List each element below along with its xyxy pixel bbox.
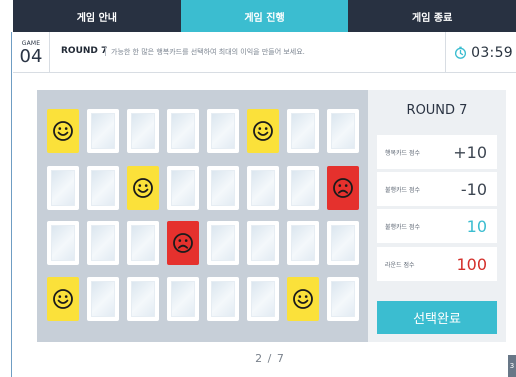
card-happy[interactable] (47, 109, 79, 153)
card-facedown[interactable] (327, 277, 359, 321)
score-label: 불행카드 점수 (385, 223, 421, 231)
round-header: GAME 04 ROUND 7 가능한 한 많은 행복카드를 선택하여 최대의 … (13, 32, 516, 73)
panel-round-title: ROUND 7 (406, 103, 468, 118)
game-screen: 게임 안내 게임 진행 게임 종료 GAME 04 ROUND 7 가능한 한 … (0, 0, 516, 377)
card-facedown[interactable] (87, 109, 119, 153)
page-indicator: 2 / 7 (255, 352, 285, 365)
smiley-icon (53, 289, 73, 309)
tab-game-guide[interactable]: 게임 안내 (13, 0, 181, 32)
score-row-happy: 행복카드 점수 +10 (377, 135, 497, 169)
card-facedown[interactable] (167, 277, 199, 321)
game-number: 04 (19, 46, 43, 67)
tab-game-progress[interactable]: 게임 진행 (180, 0, 349, 32)
round-instruction: 가능한 한 많은 행복카드를 선택하여 최대의 이익을 만들어 보세요. (105, 47, 305, 56)
timer: 03:59 (445, 32, 516, 73)
card-facedown[interactable] (87, 166, 119, 210)
card-happy[interactable] (287, 277, 319, 321)
smiley-icon (133, 178, 153, 198)
score-label: 불행카드 점수 (385, 186, 421, 194)
card-facedown[interactable] (167, 166, 199, 210)
tab-bar: 게임 안내 게임 진행 게임 종료 (13, 0, 516, 32)
score-row-unhappy-count: 불행카드 점수 10 (377, 209, 497, 243)
stopwatch-icon (455, 46, 467, 59)
score-label: 라운드 점수 (385, 261, 415, 269)
score-value: +10 (453, 142, 487, 162)
game-number-box: GAME 04 (13, 32, 50, 73)
frown-icon (333, 178, 353, 198)
card-unhappy[interactable] (167, 221, 199, 265)
card-facedown[interactable] (247, 277, 279, 321)
card-facedown[interactable] (207, 166, 239, 210)
corner-button[interactable]: 3 (508, 355, 516, 377)
score-row-unhappy: 불행카드 점수 -10 (377, 172, 497, 206)
card-happy[interactable] (127, 166, 159, 210)
card-facedown[interactable] (327, 221, 359, 265)
card-facedown[interactable] (207, 221, 239, 265)
card-facedown[interactable] (127, 221, 159, 265)
card-facedown[interactable] (207, 109, 239, 153)
card-facedown[interactable] (287, 109, 319, 153)
card-facedown[interactable] (167, 109, 199, 153)
card-facedown[interactable] (207, 277, 239, 321)
tab-game-end[interactable]: 게임 종료 (348, 0, 516, 32)
smiley-icon (293, 289, 313, 309)
card-facedown[interactable] (287, 221, 319, 265)
timer-text: 03:59 (471, 44, 513, 61)
card-facedown[interactable] (247, 166, 279, 210)
card-facedown[interactable] (47, 166, 79, 210)
card-facedown[interactable] (127, 109, 159, 153)
card-board (37, 90, 368, 342)
card-unhappy[interactable] (327, 166, 359, 210)
round-title: ROUND 7 (61, 46, 108, 56)
score-value: 10 (466, 216, 487, 236)
card-happy[interactable] (247, 109, 279, 153)
complete-selection-button[interactable]: 선택완료 (377, 301, 497, 334)
card-facedown[interactable] (247, 221, 279, 265)
score-row-round: 라운드 점수 100 (377, 247, 497, 281)
card-facedown[interactable] (47, 221, 79, 265)
score-value: -10 (460, 179, 487, 199)
card-facedown[interactable] (287, 166, 319, 210)
left-divider (11, 32, 12, 377)
frown-icon (173, 233, 193, 253)
smiley-icon (53, 121, 73, 141)
score-panel: ROUND 7 행복카드 점수 +10 불행카드 점수 -10 불행카드 점수 … (368, 90, 506, 342)
card-facedown[interactable] (87, 221, 119, 265)
card-facedown[interactable] (87, 277, 119, 321)
smiley-icon (253, 121, 273, 141)
card-happy[interactable] (47, 277, 79, 321)
score-value: 100 (456, 254, 487, 274)
card-facedown[interactable] (327, 109, 359, 153)
card-facedown[interactable] (127, 277, 159, 321)
score-label: 행복카드 점수 (385, 149, 421, 157)
